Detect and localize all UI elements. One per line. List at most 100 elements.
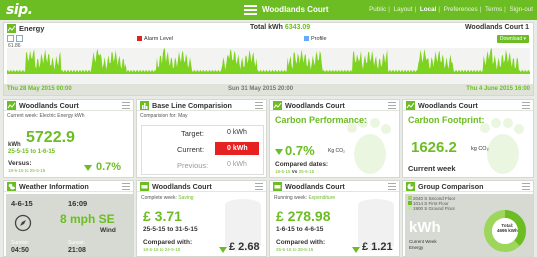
group-foot-1: Current Week (409, 239, 437, 244)
kwh-label: kWh (409, 219, 441, 236)
energy-value: 5722.9 (26, 129, 75, 146)
compared-label: Compared with: (143, 239, 193, 246)
footprint-unit: kg CO₂ (471, 146, 489, 152)
site-title: Woodlands Court (262, 5, 329, 14)
compared-range: 18-5-15 to 24-5-15 (143, 247, 181, 252)
current-value: 0 kWh (227, 145, 248, 152)
panel-subtitle: Comparision for: May (140, 113, 188, 119)
zoom-in-icon[interactable] (16, 35, 23, 42)
nav-signout[interactable]: Sign-out (510, 6, 533, 13)
compared-label: Compared dates: (275, 161, 329, 168)
legend-alarm: Alarm Level (137, 36, 173, 42)
energy-title: Energy (19, 24, 45, 33)
footprint-value: 1626.2 (411, 139, 457, 156)
panel-menu-icon[interactable] (122, 183, 130, 190)
panel-subtitle: Complete week: Saving (141, 195, 194, 201)
panel-title: Base Line Comparision (152, 101, 232, 110)
nav-public[interactable]: Public (369, 6, 386, 13)
panel-saving: Woodlands Court Complete week: Saving £ … (136, 180, 267, 257)
compass-icon (14, 214, 32, 232)
nav-layout[interactable]: Layout (394, 6, 413, 13)
current-label: Current: (177, 145, 205, 154)
compared-range: 18-5-15 Vs 25-5-15 (275, 169, 315, 174)
sunrise-time: 04:50 (11, 247, 29, 254)
panel-title: Woodlands Court (19, 101, 79, 110)
energy-panel: Energy Total kWh 6343.09 Woodlands Court… (3, 22, 534, 96)
panel-menu-icon[interactable] (522, 102, 530, 109)
sip-logo[interactable]: sip. (6, 2, 33, 18)
panel-title: Woodlands Court (285, 182, 345, 191)
panel-title: Woodlands Court (418, 101, 478, 110)
panel-energy-week: Woodlands Court Current week: Electric E… (3, 99, 134, 178)
total-kwh: Total kWh 6343.09 (250, 24, 311, 31)
arrow-down-icon (352, 245, 360, 254)
panel-title: Woodlands Court (285, 101, 345, 110)
energy-icon (273, 101, 282, 110)
panel-title: Weather Information (19, 182, 89, 191)
target-label: Target: (181, 129, 204, 138)
versus-label: Versus: (8, 160, 32, 167)
panel-menu-icon[interactable] (255, 183, 263, 190)
panel-subtitle: Current week: Electric Energy kWh (7, 113, 85, 119)
previous-value: 0 kWh (227, 161, 247, 168)
saving-range: 25-5-15 to 31-5-15 (143, 226, 198, 233)
menu-icon[interactable] (244, 5, 257, 15)
zoom-out-icon[interactable] (7, 35, 14, 42)
panel-subtitle: Running week: Expenditure (274, 195, 336, 201)
panel-menu-icon[interactable] (388, 102, 396, 109)
arrow-down-icon (275, 147, 283, 156)
group-total: Total: 4695 kWh (497, 223, 518, 233)
sunset-time: 21:08 (68, 247, 86, 254)
money-icon (273, 182, 282, 191)
compared-range: 25-5-15 to 28-5-15 (276, 247, 314, 252)
wind-speed: 8 mph SE (60, 212, 115, 226)
energy-chart[interactable] (7, 48, 530, 85)
energy-site-name: Woodlands Court 1 (464, 24, 529, 31)
download-button[interactable]: Download ▾ (496, 35, 529, 43)
previous-label: Previous: (177, 161, 209, 170)
sunset-label: Sunset: (68, 240, 85, 246)
saving-change: £ 2.68 (229, 241, 260, 253)
target-value: 0 kWh (227, 129, 247, 136)
carbon-heading: Carbon Performance: (275, 115, 368, 125)
weather-date: 4-6-15 (11, 199, 33, 208)
panel-menu-icon[interactable] (255, 102, 263, 109)
arrow-down-icon (219, 245, 227, 254)
footprint-heading: Carbon Footprint: (408, 115, 485, 125)
panel-menu-icon[interactable] (522, 183, 530, 190)
nav-local[interactable]: Local (420, 6, 436, 13)
carbon-change: 0.7% (285, 143, 315, 158)
panel-carbon-footprint: Woodlands Court Carbon Footprint: 1626.2… (402, 99, 534, 178)
group-foot-2: Energy (409, 245, 424, 250)
legend-profile: Profile (304, 36, 327, 42)
energy-range: 25-5-15 to 1-6-15 (8, 149, 56, 155)
date-bar: Thu 28 May 2015 00:00 Sun 31 May 2015 20… (4, 84, 533, 95)
expenditure-range: 1-6-15 to 4-6-15 (276, 226, 324, 233)
panel-weather: Weather Information 4-6-15 16:09 8 mph S… (3, 180, 134, 257)
panel-baseline: Base Line Comparision Comparision for: M… (136, 99, 267, 178)
energy-icon (406, 101, 415, 110)
panel-menu-icon[interactable] (122, 102, 130, 109)
panel-title: Woodlands Court (152, 182, 212, 191)
energy-icon (7, 24, 16, 33)
weather-icon (7, 182, 16, 191)
saving-value: £ 3.71 (143, 208, 182, 224)
footprint-period: Current week (408, 164, 456, 173)
unit-label: kWh (8, 142, 21, 148)
money-icon (140, 182, 149, 191)
date-mid: Sun 31 May 2015 20:00 (228, 86, 294, 92)
panel-title: Group Comparison (418, 182, 484, 191)
energy-icon (7, 101, 16, 110)
footprint-watermark-icon (347, 118, 391, 174)
date-start: Thu 28 May 2015 00:00 (7, 86, 72, 92)
panel-menu-icon[interactable] (388, 183, 396, 190)
group-legend-3: 1900 S Ground Floor (408, 206, 455, 211)
weather-time: 16:09 (68, 199, 88, 208)
nav-terms[interactable]: Terms (485, 6, 502, 13)
nav-preferences[interactable]: Preferences (444, 6, 478, 13)
top-bar: sip. Woodlands Court Public | Layout | Loc… (0, 0, 537, 20)
panel-group-comparison: Group Comparison 2040 S Second Floor 101… (402, 180, 534, 257)
arrow-down-icon (84, 163, 92, 172)
compared-label: Compared with: (276, 239, 326, 246)
top-nav: Public | Layout | Local | Preferences | Term… (369, 6, 533, 13)
